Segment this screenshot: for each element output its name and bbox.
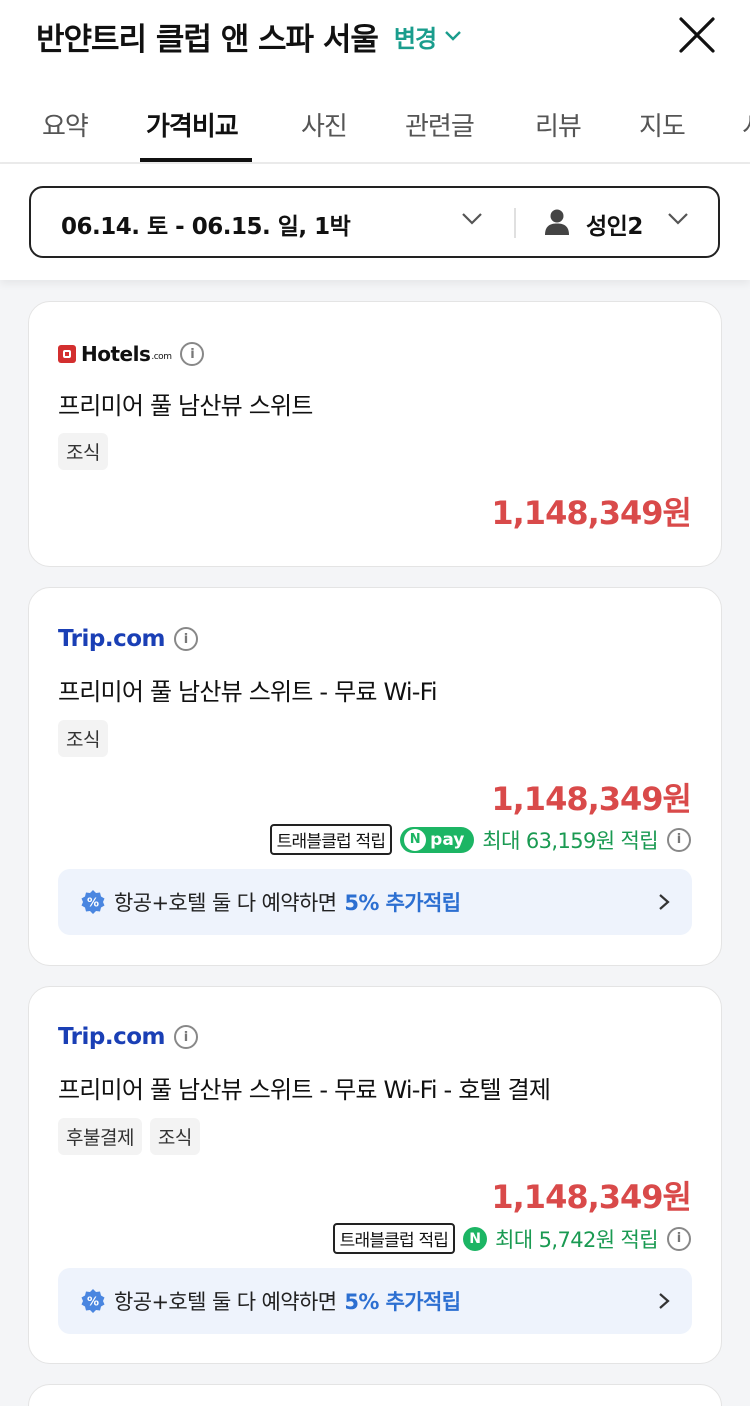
- price: 1,148,349원: [491, 780, 692, 818]
- reward-row: 트래블클럽 적립 N pay 최대 63,159원 적립 i: [269, 824, 691, 855]
- price: 1,148,349원: [491, 1178, 692, 1216]
- search-filter-bar: 06.14. 토 - 06.15. 일, 1박 성인2: [0, 164, 750, 280]
- room-name: 프리미어 풀 남산뷰 스위트 - 무료 Wi-Fi - 호텔 결제: [58, 1076, 551, 1104]
- header: 반얀트리 클럽 앤 스파 서울 변경: [36, 14, 462, 58]
- npay-n-icon: N: [404, 828, 427, 851]
- guest-count[interactable]: 성인2: [586, 207, 643, 241]
- provider-row: Hotels .com i: [58, 342, 205, 366]
- tag-breakfast: 조식: [58, 433, 108, 470]
- info-icon[interactable]: i: [174, 627, 198, 651]
- info-icon[interactable]: i: [667, 1226, 691, 1251]
- change-button[interactable]: 변경: [394, 19, 462, 54]
- room-name: 프리미어 풀 남산뷰 스위트 - 무료 Wi-Fi: [58, 678, 438, 706]
- trip-logo: Trip.com: [58, 1024, 166, 1050]
- reward-row: 트래블클럽 적립 N 최대 5,742원 적립 i: [332, 1223, 691, 1254]
- promo-highlight: 5% 추가적립: [344, 1290, 461, 1314]
- promo-text: 항공+호텔 둘 다 예약하면: [114, 1290, 337, 1314]
- promo-banner[interactable]: % 항공+호텔 둘 다 예약하면 5% 추가적립: [58, 1268, 692, 1334]
- hotels-logo: Hotels .com: [58, 342, 172, 366]
- percent-badge-icon: %: [81, 890, 105, 914]
- chevron-right-icon: [659, 1293, 670, 1309]
- top-bar: 반얀트리 클럽 앤 스파 서울 변경 요약 가격비교 사진 관련글 리뷰 지도 …: [0, 0, 750, 164]
- provider-name: Hotels: [81, 342, 151, 366]
- promo-text: 항공+호텔 둘 다 예약하면: [114, 891, 337, 915]
- chevron-down-icon[interactable]: [667, 212, 689, 226]
- info-icon[interactable]: i: [180, 342, 205, 366]
- tab-bar: 요약 가격비교 사진 관련글 리뷰 지도 시: [0, 96, 750, 164]
- date-guest-selector: 06.14. 토 - 06.15. 일, 1박 성인2: [29, 186, 720, 258]
- chevron-down-icon: [445, 31, 461, 41]
- provider-row: Trip.com i: [58, 626, 198, 652]
- svg-text:%: %: [87, 1295, 99, 1309]
- percent-badge-icon: %: [81, 1289, 105, 1313]
- close-icon[interactable]: [676, 14, 718, 56]
- reward-text: 최대 63,159원 적립: [482, 828, 658, 853]
- provider-row: Trip.com i: [58, 1024, 198, 1050]
- tag-pay-later: 후불결제: [58, 1118, 142, 1155]
- offer-card[interactable]: Hotels .com i 프리미어 풀 남산뷰 스위트 조식 1,148,34…: [28, 301, 722, 567]
- tag-breakfast: 조식: [58, 720, 108, 757]
- promo-banner[interactable]: % 항공+호텔 둘 다 예약하면 5% 추가적립: [58, 869, 692, 935]
- tab-map[interactable]: 지도: [639, 106, 686, 143]
- reward-text: 최대 5,742원 적립: [495, 1227, 658, 1252]
- chevron-right-icon: [659, 894, 670, 910]
- info-icon[interactable]: i: [667, 827, 691, 852]
- date-range[interactable]: 06.14. 토 - 06.15. 일, 1박: [61, 207, 351, 241]
- tab-related-posts[interactable]: 관련글: [405, 106, 475, 143]
- tab-overflow[interactable]: 시: [742, 106, 750, 143]
- offer-card[interactable]: Trip.com i 프리미어 풀 남산뷰 스위트 - 무료 Wi-Fi 조식 …: [28, 587, 722, 966]
- tab-summary[interactable]: 요약: [42, 106, 89, 143]
- tab-reviews[interactable]: 리뷰: [535, 106, 582, 143]
- page-title: 반얀트리 클럽 앤 스파 서울: [36, 21, 379, 58]
- svg-text:%: %: [87, 896, 99, 910]
- offer-card[interactable]: Trip.com i 프리미어 풀 남산뷰 스위트 - 무료 Wi-Fi - 호…: [28, 986, 722, 1364]
- tag-list: 조식: [58, 720, 108, 757]
- promo-highlight: 5% 추가적립: [344, 891, 461, 915]
- npay-badge: N pay: [400, 826, 475, 853]
- change-label: 변경: [393, 24, 437, 53]
- provider-suffix: .com: [151, 352, 172, 362]
- hotels-mark-icon: [58, 345, 76, 363]
- price: 1,148,349원: [491, 494, 692, 532]
- person-icon: [545, 209, 569, 235]
- tag-breakfast: 조식: [149, 1118, 200, 1155]
- tag-list: 후불결제 조식: [58, 1118, 200, 1155]
- tab-price-compare[interactable]: 가격비교: [146, 106, 239, 143]
- info-icon[interactable]: i: [174, 1025, 198, 1049]
- active-tab-indicator: [140, 158, 252, 162]
- tab-photos[interactable]: 사진: [301, 106, 348, 143]
- trip-logo: Trip.com: [58, 626, 166, 652]
- divider: [514, 208, 516, 238]
- tag-list: 조식: [58, 433, 108, 470]
- npay-label: pay: [430, 829, 465, 850]
- travel-club-badge: 트래블클럽 적립: [269, 824, 393, 855]
- chevron-down-icon[interactable]: [461, 212, 483, 226]
- npay-n-icon: N: [463, 1226, 488, 1251]
- room-name: 프리미어 풀 남산뷰 스위트: [58, 392, 313, 420]
- offer-card[interactable]: [28, 1384, 722, 1406]
- travel-club-badge: 트래블클럽 적립: [332, 1223, 456, 1254]
